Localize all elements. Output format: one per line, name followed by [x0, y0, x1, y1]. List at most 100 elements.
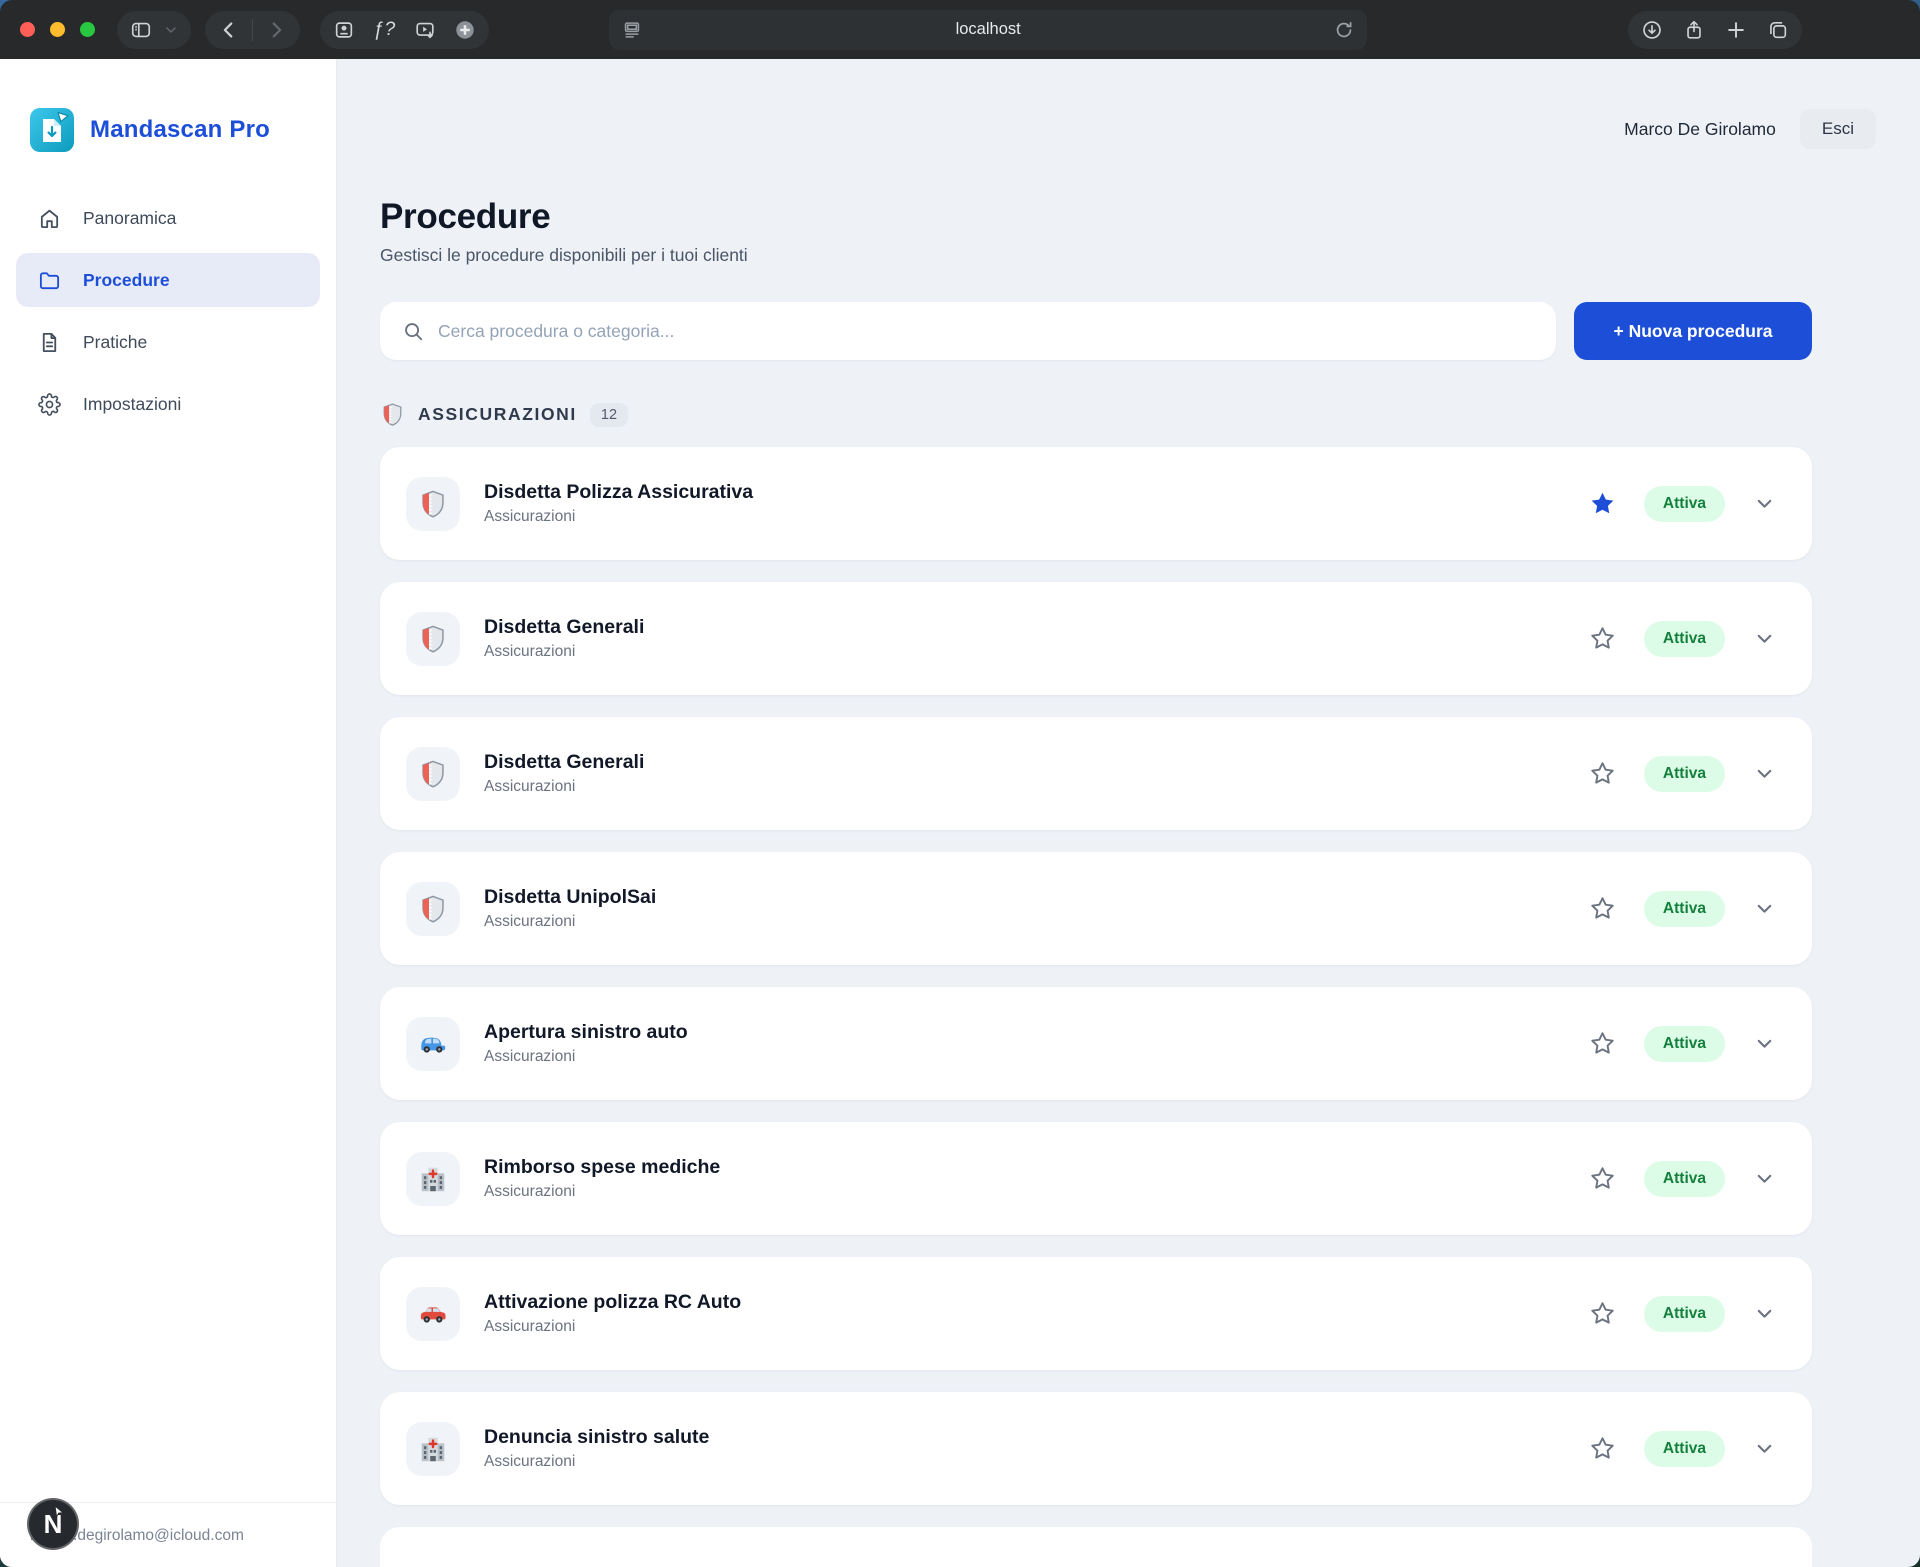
shield-icon [380, 402, 405, 427]
expand-chevron-icon[interactable] [1753, 492, 1776, 515]
procedure-category: Assicurazioni [484, 1183, 720, 1201]
shield-icon [406, 882, 460, 936]
sidebar-item-panoramica[interactable]: Panoramica [16, 191, 320, 245]
search-row: + Nuova procedura [380, 302, 1812, 360]
page-menu-icon[interactable] [621, 19, 643, 41]
sidebar-item-procedure[interactable]: Procedure [16, 253, 320, 307]
procedure-info: Denuncia sinistro salute Assicurazioni [484, 1426, 709, 1471]
chevron-down-icon[interactable] [164, 23, 178, 37]
status-badge: Attiva [1644, 486, 1725, 522]
procedure-category: Assicurazioni [484, 1318, 741, 1336]
share-icon[interactable] [1683, 19, 1705, 41]
procedure-info: Disdetta GeneraliAssicurazioni [484, 751, 644, 796]
procedure-card: Disdetta GeneraliAssicurazioniAttiva [380, 582, 1812, 695]
procedure-title: Rimborso spese mediche [484, 1156, 720, 1179]
car-blue-icon [406, 1017, 460, 1071]
procedure-actions: Attiva [1589, 1296, 1776, 1332]
expand-chevron-icon[interactable] [1753, 1437, 1776, 1460]
back-icon[interactable] [218, 19, 240, 41]
forward-icon[interactable] [265, 19, 287, 41]
sidebar-nav: Panoramica Procedure Pratiche Impostazioni [0, 191, 336, 431]
brand: Mandascan Pro [30, 108, 336, 152]
extensions-group: ƒ? [320, 11, 489, 49]
screenshot-icon[interactable] [333, 19, 355, 41]
category-count-badge: 12 [590, 403, 628, 427]
status-badge: Attiva [1644, 1296, 1725, 1332]
url-text[interactable]: localhost [643, 20, 1333, 39]
sidebar-item-pratiche[interactable]: Pratiche [16, 315, 320, 369]
address-bar[interactable]: localhost [609, 10, 1367, 50]
procedure-actions: Attiva [1589, 1026, 1776, 1062]
procedure-card: Disdetta UnipolSai Assicurazioni Attiva [380, 852, 1812, 965]
extensions-icon[interactable] [454, 19, 476, 41]
sidebar-item-label: Panoramica [83, 208, 176, 229]
shield-icon [406, 477, 460, 531]
reload-icon[interactable] [1333, 19, 1355, 41]
sidebar-item-label: Impostazioni [83, 394, 181, 415]
tab-overview-icon[interactable] [1767, 19, 1789, 41]
gear-icon [38, 393, 61, 416]
star-filled-icon[interactable] [1589, 490, 1616, 517]
procedure-card: Rimborso spese mediche Assicurazioni Attiv… [380, 1122, 1812, 1235]
shield-icon [406, 747, 460, 801]
folder-icon [38, 269, 61, 292]
star-outline-icon[interactable] [1589, 895, 1616, 922]
star-outline-icon[interactable] [1589, 1030, 1616, 1057]
window-controls [20, 22, 95, 37]
hospital-icon [406, 1152, 460, 1206]
procedure-title: Disdetta Polizza Assicurativa [484, 481, 753, 504]
status-badge: Attiva [1644, 891, 1725, 927]
main-header: Marco De Girolamo Esci [337, 59, 1920, 145]
app-shell: Mandascan Pro Panoramica Procedure Pratich… [0, 59, 1920, 1567]
minimize-window-button[interactable] [50, 22, 65, 37]
star-outline-icon[interactable] [1589, 1435, 1616, 1462]
new-procedure-button[interactable]: + Nuova procedura [1574, 302, 1812, 360]
expand-chevron-icon[interactable] [1753, 897, 1776, 920]
expand-chevron-icon[interactable] [1753, 1302, 1776, 1325]
procedure-info: Disdetta Polizza Assicurativa Assicurazio… [484, 481, 753, 526]
sidebar-item-label: Procedure [83, 270, 170, 291]
procedure-category: Assicurazioni [484, 508, 753, 526]
star-outline-icon[interactable] [1589, 760, 1616, 787]
procedure-actions: Attiva [1589, 891, 1776, 927]
procedure-title: Denuncia sinistro salute [484, 1426, 709, 1449]
main-area: Marco De Girolamo Esci Procedure Gestisc… [337, 59, 1920, 1567]
search-input[interactable] [438, 321, 1534, 342]
status-badge: Attiva [1644, 1161, 1725, 1197]
procedure-card: Disdetta GeneraliAssicurazioni Attiva [380, 717, 1812, 830]
video-download-icon[interactable] [414, 19, 436, 41]
downloads-icon[interactable] [1641, 19, 1663, 41]
expand-chevron-icon[interactable] [1753, 1167, 1776, 1190]
new-tab-icon[interactable] [1725, 19, 1747, 41]
expand-chevron-icon[interactable] [1753, 762, 1776, 785]
star-outline-icon[interactable] [1589, 625, 1616, 652]
procedure-card: Apertura sinistro autoAssicurazioni Attiv… [380, 987, 1812, 1100]
search-icon [402, 320, 424, 342]
star-outline-icon[interactable] [1589, 1300, 1616, 1327]
zoom-window-button[interactable] [80, 22, 95, 37]
star-outline-icon[interactable] [1589, 1165, 1616, 1192]
browser-toolbar: ƒ? localhost [0, 0, 1920, 59]
status-badge: Attiva [1644, 756, 1725, 792]
logout-button[interactable]: Esci [1800, 109, 1876, 149]
sidebar-toggle-group [117, 11, 191, 49]
expand-chevron-icon[interactable] [1753, 1032, 1776, 1055]
sidebar-toggle-icon[interactable] [130, 19, 152, 41]
procedure-info: Apertura sinistro autoAssicurazioni [484, 1021, 688, 1066]
status-badge: Attiva [1644, 1431, 1725, 1467]
function-help-icon[interactable]: ƒ? [373, 19, 396, 41]
document-icon [38, 331, 61, 354]
close-window-button[interactable] [20, 22, 35, 37]
procedure-info: Disdetta GeneraliAssicurazioni [484, 616, 644, 661]
browser-window: ƒ? localhost Mandascan Pro Panoramica Pro… [0, 0, 1920, 1567]
procedure-card: Attivazione polizza RC AutoAssicurazioni… [380, 1257, 1812, 1370]
procedure-title: Disdetta UnipolSai [484, 886, 656, 909]
procedure-card: Disdetta Polizza Assicurativa Assicurazio… [380, 447, 1812, 560]
procedure-category: Assicurazioni [484, 913, 656, 931]
procedure-info: Rimborso spese mediche Assicurazioni [484, 1156, 720, 1201]
toolbar-actions-group [1628, 11, 1802, 49]
sidebar-item-impostazioni[interactable]: Impostazioni [16, 377, 320, 431]
procedure-category: Assicurazioni [484, 1453, 709, 1471]
expand-chevron-icon[interactable] [1753, 627, 1776, 650]
category-header: ASSICURAZIONI 12 [380, 402, 1812, 427]
